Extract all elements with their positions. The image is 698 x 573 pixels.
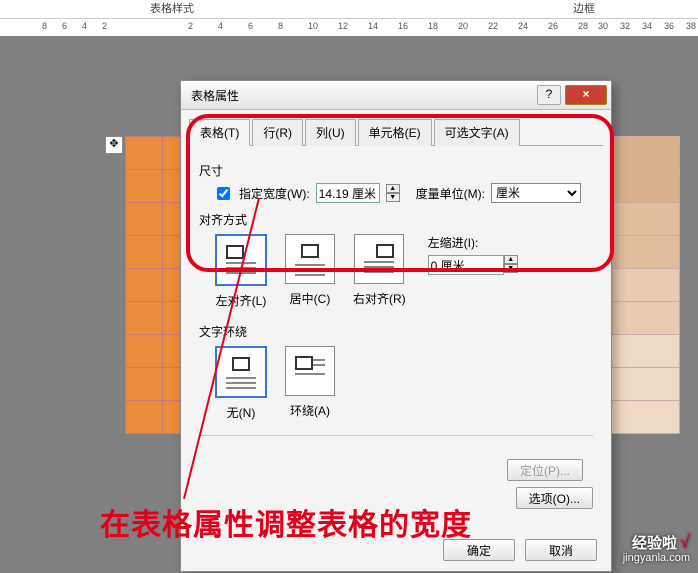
ribbon-label-border: 边框: [573, 0, 595, 16]
indent-input[interactable]: [428, 255, 504, 275]
wrap-group-label: 文字环绕: [199, 323, 593, 340]
align-center-option[interactable]: 居中(C): [285, 234, 335, 309]
specify-width-label: 指定宽度(W):: [239, 185, 310, 202]
tab-column[interactable]: 列(U): [305, 119, 356, 146]
horizontal-ruler[interactable]: 8642 2468 10121416 18202224 26283032 343…: [0, 18, 698, 38]
options-button[interactable]: 选项(O)...: [516, 487, 593, 509]
indent-spinner[interactable]: ▲▼: [504, 255, 518, 275]
indent-label: 左缩进(I):: [428, 234, 518, 251]
spin-down-icon[interactable]: ▼: [504, 264, 518, 273]
background-table-right: [610, 136, 680, 433]
unit-select[interactable]: 厘米: [491, 183, 581, 203]
wrap-around-label: 环绕(A): [285, 402, 335, 419]
dialog-title: 表格属性: [191, 87, 537, 104]
specify-width-checkbox[interactable]: [217, 187, 230, 200]
width-spinner[interactable]: ▲▼: [386, 184, 400, 202]
dialog-titlebar[interactable]: 表格属性 ? ×: [181, 81, 611, 110]
tab-panel-table: 尺寸 指定宽度(W): ▲▼ 度量单位(M): 厘米 对齐方式 左对齐(L) 居…: [181, 146, 611, 460]
check-icon: √: [680, 532, 690, 552]
spin-up-icon[interactable]: ▲: [386, 184, 400, 193]
separator: [199, 435, 593, 436]
spin-down-icon[interactable]: ▼: [386, 193, 400, 202]
positioning-button: 定位(P)...: [507, 459, 583, 481]
cancel-button[interactable]: 取消: [525, 539, 597, 561]
table-move-handle[interactable]: ✥: [105, 136, 123, 154]
spin-up-icon[interactable]: ▲: [504, 255, 518, 264]
close-button[interactable]: ×: [565, 85, 607, 105]
wrap-none-option[interactable]: 无(N): [215, 346, 267, 421]
dialog-tabs: 表格(T) 行(R) 列(U) 单元格(E) 可选文字(A): [189, 118, 603, 146]
ribbon-label-table-style: 表格样式: [150, 0, 194, 16]
table-properties-dialog: 表格属性 ? × 表格(T) 行(R) 列(U) 单元格(E) 可选文字(A) …: [180, 80, 612, 572]
wrap-none-label: 无(N): [215, 404, 267, 421]
watermark: 经验啦 √ jingyanla.com: [623, 536, 690, 565]
tab-cell[interactable]: 单元格(E): [358, 119, 432, 146]
align-left-label: 左对齐(L): [215, 292, 267, 309]
wrap-around-option[interactable]: 环绕(A): [285, 346, 335, 421]
unit-label: 度量单位(M):: [416, 185, 485, 202]
ribbon-group-labels: 表格样式 边框: [0, 0, 698, 18]
tab-row[interactable]: 行(R): [252, 119, 303, 146]
alignment-group-label: 对齐方式: [199, 211, 593, 228]
annotation-text: 在表格属性调整表格的宽度: [100, 500, 472, 544]
help-button[interactable]: ?: [537, 85, 561, 105]
tab-alt-text[interactable]: 可选文字(A): [434, 119, 520, 146]
width-input[interactable]: [316, 183, 380, 203]
align-right-option[interactable]: 右对齐(R): [353, 234, 406, 309]
align-left-option[interactable]: 左对齐(L): [215, 234, 267, 309]
tab-table[interactable]: 表格(T): [189, 119, 250, 146]
align-center-label: 居中(C): [285, 290, 335, 307]
size-group-label: 尺寸: [199, 162, 593, 179]
align-right-label: 右对齐(R): [353, 290, 406, 307]
